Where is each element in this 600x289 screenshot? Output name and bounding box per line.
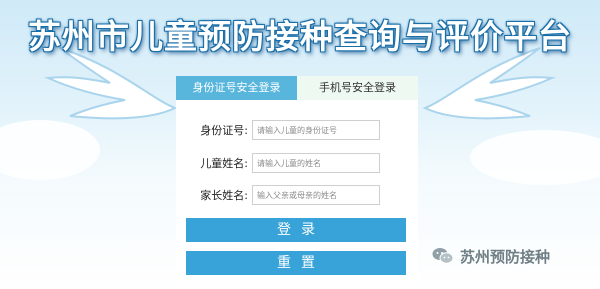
parent-name-row: 家长姓名: [176,185,418,207]
login-tabs: 身份证号安全登录 手机号安全登录 [176,76,418,100]
page-title: 苏州市儿童预防接种查询与评价平台 [28,17,572,56]
tab-id-login[interactable]: 身份证号安全登录 [176,76,297,100]
child-name-label: 儿童姓名: [200,157,248,170]
parent-name-input[interactable] [252,185,380,205]
watermark-text: 苏州预防接种 [460,247,551,266]
id-row: 身份证号: [176,120,418,142]
tab-phone-login[interactable]: 手机号安全登录 [297,76,418,100]
child-name-input[interactable] [252,153,380,173]
wechat-watermark: 苏州预防接种 [432,244,550,268]
login-button[interactable]: 登录 [186,218,406,242]
parent-name-label: 家长姓名: [200,189,248,202]
id-label: 身份证号: [200,124,248,137]
child-name-row: 儿童姓名: [176,153,418,175]
wechat-icon [432,248,454,264]
id-number-input[interactable] [252,120,380,140]
reset-button[interactable]: 重置 [186,251,406,275]
